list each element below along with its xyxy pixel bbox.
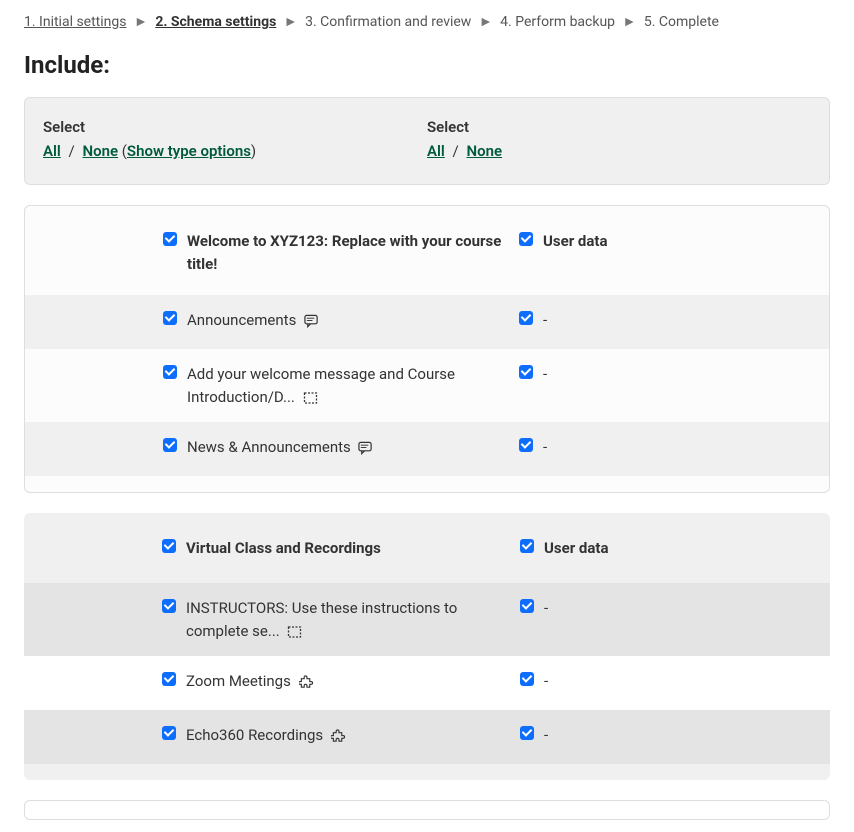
userdata-label: User data — [543, 230, 608, 253]
activity-checkbox[interactable] — [163, 438, 177, 452]
userdata-checkbox[interactable] — [520, 539, 534, 553]
plugin-icon — [331, 729, 346, 743]
activity-row: Zoom Meetings - — [24, 656, 830, 710]
breadcrumb-step-2[interactable]: 2. Schema settings — [155, 14, 276, 30]
userdata-label: User data — [544, 537, 609, 560]
activity-label: Add your welcome message and Course Intr… — [187, 363, 509, 408]
userdata-checkbox[interactable] — [519, 232, 533, 246]
chevron-right-icon: ► — [134, 14, 148, 30]
section-checkbox[interactable] — [162, 539, 176, 553]
breadcrumb-step-4: 4. Perform backup — [500, 14, 615, 30]
activity-userdata-checkbox[interactable] — [520, 726, 534, 740]
activity-checkbox[interactable] — [163, 311, 177, 325]
section-virtual: Virtual Class and Recordings User data I… — [24, 513, 830, 780]
select-panel: Select All / None (Show type options) Se… — [24, 97, 830, 185]
activity-userdata-checkbox[interactable] — [519, 365, 533, 379]
label-icon — [287, 625, 302, 639]
activity-row: News & Announcements - — [25, 422, 829, 476]
activity-userdata-label: - — [544, 597, 548, 620]
activity-label: INSTRUCTORS: Use these instructions to c… — [186, 597, 510, 642]
breadcrumb-step-1[interactable]: 1. Initial settings — [24, 14, 126, 30]
activity-userdata-checkbox[interactable] — [519, 311, 533, 325]
select-all-right[interactable]: All — [427, 142, 445, 160]
plugin-icon — [299, 675, 314, 689]
activity-userdata-checkbox[interactable] — [520, 599, 534, 613]
activity-userdata-label: - — [543, 436, 547, 459]
activity-userdata-checkbox[interactable] — [519, 438, 533, 452]
chevron-right-icon: ► — [284, 14, 298, 30]
activity-checkbox[interactable] — [162, 599, 176, 613]
activity-row: Add your welcome message and Course Intr… — [25, 349, 829, 422]
section-title: Welcome to XYZ123: Replace with your cou… — [187, 230, 509, 275]
select-label-left: Select — [43, 118, 427, 136]
breadcrumb: 1. Initial settings ► 2. Schema settings… — [24, 12, 830, 33]
activity-label: Echo360 Recordings — [186, 724, 346, 747]
activity-userdata-checkbox[interactable] — [520, 672, 534, 686]
activity-label: News & Announcements — [187, 436, 373, 459]
select-label-right: Select — [427, 118, 811, 136]
activity-checkbox[interactable] — [162, 726, 176, 740]
activity-userdata-label: - — [543, 363, 547, 386]
label-icon — [303, 391, 318, 405]
chevron-right-icon: ► — [479, 14, 493, 30]
select-all-left[interactable]: All — [43, 142, 61, 160]
activity-label: Zoom Meetings — [186, 670, 314, 693]
breadcrumb-step-5: 5. Complete — [644, 14, 719, 30]
activity-userdata-label: - — [544, 670, 548, 693]
page-title: Include: — [24, 51, 830, 79]
section-title: Virtual Class and Recordings — [186, 537, 381, 560]
activity-checkbox[interactable] — [163, 365, 177, 379]
select-none-left[interactable]: None — [82, 142, 118, 160]
activity-row: Announcements - — [25, 295, 829, 349]
section-welcome: Welcome to XYZ123: Replace with your cou… — [24, 205, 830, 493]
show-type-options[interactable]: Show type options — [127, 142, 251, 160]
breadcrumb-step-3: 3. Confirmation and review — [305, 14, 471, 30]
next-section-placeholder — [24, 800, 830, 820]
activity-row: INSTRUCTORS: Use these instructions to c… — [24, 583, 830, 656]
activity-userdata-label: - — [543, 309, 547, 332]
activity-row: Echo360 Recordings - — [24, 710, 830, 764]
section-checkbox[interactable] — [163, 232, 177, 246]
chevron-right-icon: ► — [623, 14, 637, 30]
forum-icon — [358, 441, 373, 455]
select-none-right[interactable]: None — [466, 142, 502, 160]
activity-userdata-label: - — [544, 724, 548, 747]
activity-checkbox[interactable] — [162, 672, 176, 686]
forum-icon — [304, 314, 319, 328]
activity-label: Announcements — [187, 309, 319, 332]
